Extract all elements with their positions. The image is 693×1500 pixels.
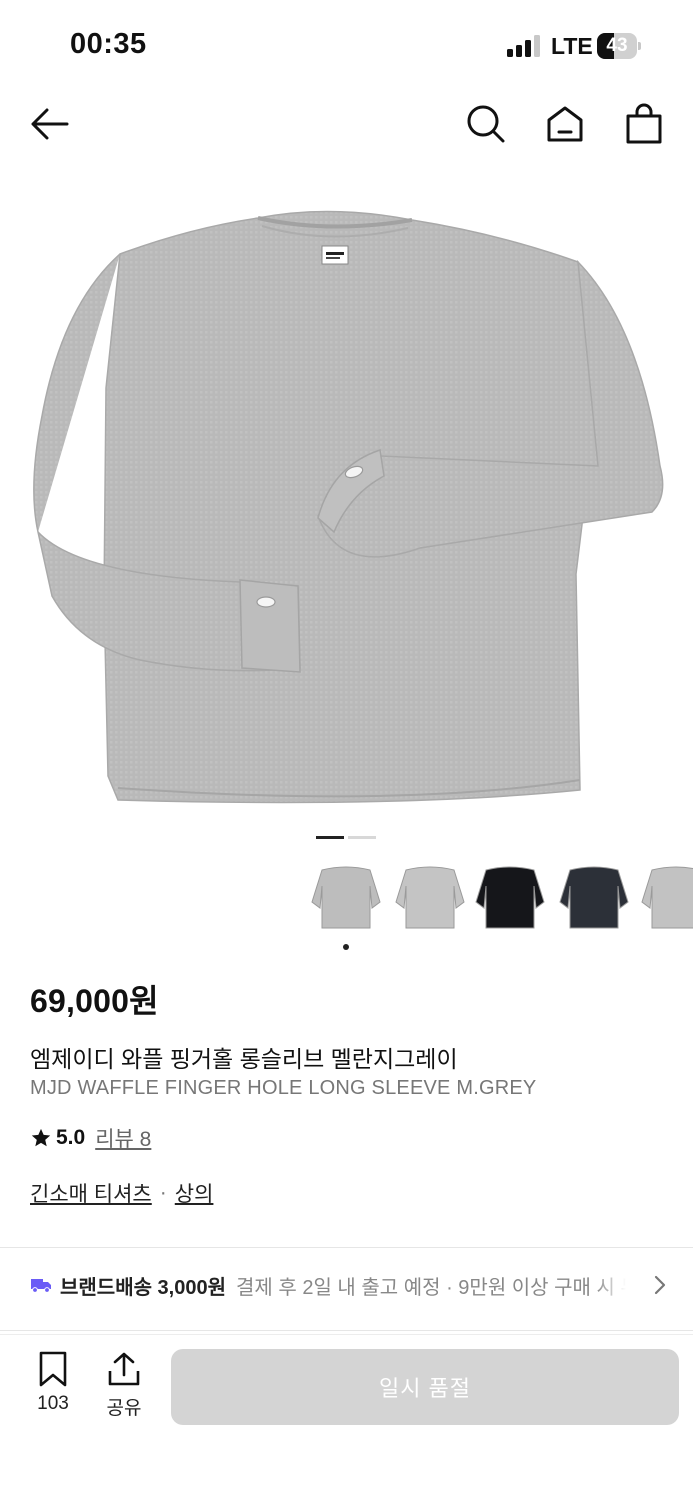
divider <box>0 1330 693 1331</box>
divider <box>0 1247 693 1248</box>
search-icon[interactable] <box>464 102 508 146</box>
product-name-korean: 엠제이디 와플 핑거홀 롱슬리브 멜란지그레이 <box>30 1046 458 1072</box>
category-separator: · <box>159 1181 167 1204</box>
product-photo <box>33 210 664 804</box>
battery-icon: 43 <box>597 33 641 59</box>
image-pager-indicator <box>316 836 378 839</box>
back-arrow-icon[interactable] <box>27 102 71 146</box>
product-image-gallery[interactable] <box>0 176 693 816</box>
category-breadcrumb: 긴소매 티셔츠 · 상의 <box>30 1178 213 1208</box>
product-name-english: MJD WAFFLE FINGER HOLE LONG SLEEVE M.GRE… <box>30 1077 537 1099</box>
share-icon <box>108 1352 140 1386</box>
category-link-tops[interactable]: 상의 <box>175 1178 214 1208</box>
selected-thumbnail-indicator <box>343 944 349 950</box>
thumbnail[interactable] <box>308 858 384 934</box>
chevron-right-icon <box>654 1275 666 1295</box>
top-nav <box>0 92 693 156</box>
shipping-fee: 브랜드배송 3,000원 <box>60 1276 227 1299</box>
category-link-long-sleeve[interactable]: 긴소매 티셔츠 <box>30 1178 152 1208</box>
star-icon <box>31 1128 51 1147</box>
wishlist-count: 103 <box>37 1393 69 1414</box>
sold-out-button[interactable]: 일시 품절 <box>171 1349 679 1425</box>
bottom-action-bar: 103 공유 일시 품절 <box>0 1334 693 1500</box>
status-bar: 00:35 LTE 43 <box>0 0 693 92</box>
cellular-signal-icon <box>507 35 541 57</box>
wishlist-button[interactable]: 103 <box>23 1351 83 1425</box>
thumbnail-strip <box>0 858 693 954</box>
status-time: 00:35 <box>70 28 147 60</box>
shopping-bag-icon[interactable] <box>622 102 666 146</box>
network-type: LTE <box>551 33 593 59</box>
rating-value: 5.0 <box>56 1126 86 1149</box>
share-button[interactable]: 공유 <box>94 1351 154 1425</box>
home-icon[interactable] <box>543 102 587 146</box>
product-price: 69,000원 <box>30 983 159 1019</box>
delivery-truck-icon <box>31 1279 51 1293</box>
rating-row: 5.0 리뷰 8 <box>30 1124 151 1152</box>
thumbnail[interactable] <box>638 858 693 934</box>
battery-level: 43 <box>606 35 628 56</box>
bookmark-icon <box>39 1351 67 1387</box>
shipping-info-row[interactable]: 브랜드배송 3,000원 결제 후 2일 내 출고 예정 · 9만원 이상 구매… <box>0 1250 693 1320</box>
thumbnail[interactable] <box>392 858 468 934</box>
share-label: 공유 <box>106 1398 142 1419</box>
review-count-link[interactable]: 리뷰 8 <box>95 1123 151 1153</box>
shipping-detail: 결제 후 2일 내 출고 예정 · 9만원 이상 구매 시 무료배송 <box>236 1276 626 1299</box>
thumbnail[interactable] <box>556 858 632 934</box>
thumbnail[interactable] <box>472 858 548 934</box>
